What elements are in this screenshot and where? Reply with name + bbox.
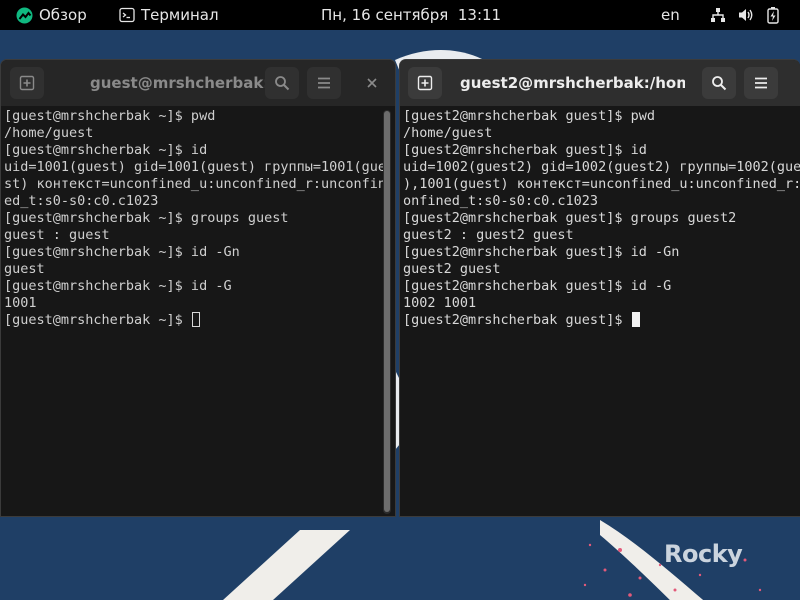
terminal-line: ),1001(guest) контекст=unconfined_u:unco… bbox=[403, 176, 800, 192]
wallpaper-logo: Rocky bbox=[664, 540, 743, 568]
search-button[interactable] bbox=[702, 67, 736, 99]
close-icon bbox=[367, 78, 377, 88]
window-title: guest2@mrshcherbak:/home/... bbox=[460, 74, 685, 92]
new-tab-button[interactable] bbox=[408, 67, 442, 99]
terminal-window-guest[interactable]: guest@mrshcherbak:~ [guest@mrshcherbak ~… bbox=[0, 59, 396, 517]
terminal-line: ed_t:s0-s0:c0.c1023 bbox=[4, 193, 159, 209]
window-headerbar[interactable]: guest@mrshcherbak:~ bbox=[1, 60, 395, 106]
activities-button[interactable]: Обзор bbox=[16, 0, 87, 30]
search-button[interactable] bbox=[265, 67, 299, 99]
window-headerbar[interactable]: guest2@mrshcherbak:/home/... bbox=[400, 60, 800, 106]
text-cursor bbox=[631, 312, 640, 327]
terminal-line: guest2 guest bbox=[403, 261, 501, 277]
terminal-line: [guest2@mrshcherbak guest]$ id -Gn bbox=[403, 244, 680, 260]
network-icon bbox=[710, 7, 726, 23]
terminal-line: /home/guest bbox=[4, 125, 94, 141]
terminal-line: st) контекст=unconfined_u:unconfined_r:u… bbox=[4, 176, 387, 192]
terminal-line: /home/guest bbox=[403, 125, 493, 141]
clock[interactable]: Пн, 16 сентября 13:11 bbox=[321, 0, 501, 30]
terminal-app-icon bbox=[119, 7, 135, 23]
activities-label: Обзор bbox=[39, 6, 87, 24]
terminal-line: onfined_t:s0-s0:c0.c1023 bbox=[403, 193, 599, 209]
terminal-line: 1002 1001 bbox=[403, 295, 477, 311]
menu-button[interactable] bbox=[307, 67, 341, 99]
search-icon bbox=[275, 76, 290, 91]
terminal-line: [guest@mrshcherbak ~]$ id -G bbox=[4, 278, 232, 294]
hamburger-menu-icon bbox=[318, 77, 330, 89]
keyboard-layout-indicator[interactable]: en bbox=[661, 0, 680, 30]
terminal-line: [guest@mrshcherbak ~]$ groups guest bbox=[4, 210, 289, 226]
close-button[interactable] bbox=[355, 67, 389, 99]
terminal-line: guest bbox=[4, 261, 45, 277]
terminal-line: uid=1001(guest) gid=1001(guest) группы=1… bbox=[4, 159, 387, 175]
terminal-output[interactable]: [guest2@mrshcherbak guest]$ pwd /home/gu… bbox=[403, 108, 800, 516]
text-cursor bbox=[191, 312, 200, 327]
scrollbar-thumb[interactable] bbox=[384, 111, 390, 512]
app-menu-label: Терминал bbox=[141, 6, 219, 24]
new-tab-icon bbox=[417, 75, 433, 91]
hamburger-menu-icon bbox=[755, 77, 767, 89]
terminal-line: [guest2@mrshcherbak guest]$ id bbox=[403, 142, 647, 158]
window-title: guest@mrshcherbak:~ bbox=[90, 74, 282, 92]
top-bar: Обзор Терминал Пн, 16 сентября 13:11 en bbox=[0, 0, 800, 30]
rocky-logo-icon bbox=[16, 7, 33, 24]
terminal-line: [guest2@mrshcherbak guest]$ id -G bbox=[403, 278, 672, 294]
terminal-line: [guest2@mrshcherbak guest]$ groups guest… bbox=[403, 210, 737, 226]
new-tab-icon bbox=[19, 75, 35, 91]
terminal-line: guest2 : guest2 guest bbox=[403, 227, 574, 243]
app-menu-terminal[interactable]: Терминал bbox=[119, 0, 219, 30]
terminal-line: [guest@mrshcherbak ~]$ id bbox=[4, 142, 208, 158]
new-tab-button[interactable] bbox=[10, 67, 44, 99]
terminal-line: [guest2@mrshcherbak guest]$ pwd bbox=[403, 108, 655, 124]
volume-icon bbox=[738, 7, 755, 23]
terminal-line: guest : guest bbox=[4, 227, 110, 243]
terminal-line: [guest@mrshcherbak ~]$ pwd bbox=[4, 108, 216, 124]
scrollbar[interactable] bbox=[383, 110, 391, 514]
terminal-line: 1001 bbox=[4, 295, 37, 311]
terminal-line: uid=1002(guest2) gid=1002(guest2) группы… bbox=[403, 159, 800, 175]
terminal-window-guest2[interactable]: guest2@mrshcherbak:/home/... [guest2@mrs… bbox=[399, 59, 800, 517]
system-menu[interactable] bbox=[710, 0, 779, 30]
terminal-line: [guest@mrshcherbak ~]$ id -Gn bbox=[4, 244, 240, 260]
search-icon bbox=[712, 76, 727, 91]
prompt: [guest2@mrshcherbak guest]$ bbox=[403, 312, 631, 328]
battery-icon bbox=[767, 6, 779, 24]
menu-button[interactable] bbox=[744, 67, 778, 99]
terminal-output[interactable]: [guest@mrshcherbak ~]$ pwd /home/guest [… bbox=[4, 108, 395, 516]
terminal-prompt-line[interactable]: [guest@mrshcherbak ~]$ bbox=[4, 312, 395, 329]
prompt: [guest@mrshcherbak ~]$ bbox=[4, 312, 191, 328]
terminal-prompt-line[interactable]: [guest2@mrshcherbak guest]$ bbox=[403, 312, 800, 329]
